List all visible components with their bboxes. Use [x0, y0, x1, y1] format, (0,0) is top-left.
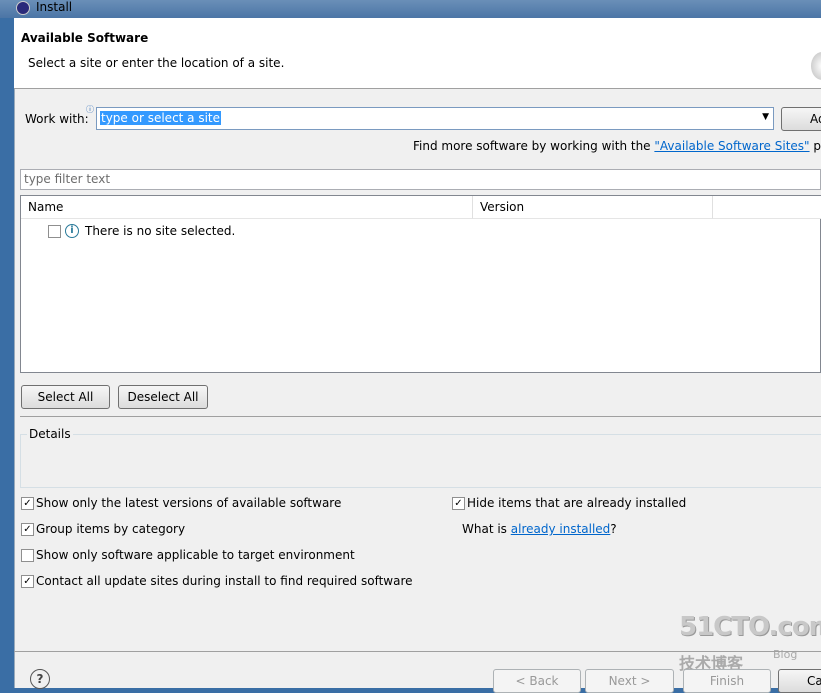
select-all-button[interactable]: Select All	[21, 385, 110, 409]
target-environment-checkbox[interactable]	[21, 549, 34, 562]
target-environment-label: Show only software applicable to target …	[36, 548, 355, 562]
page-subtitle: Select a site or enter the location of a…	[28, 56, 285, 70]
window-title: Install	[36, 0, 73, 14]
group-by-category-label: Group items by category	[36, 522, 186, 536]
work-with-value: type or select a site	[100, 111, 222, 125]
help-icon[interactable]: ?	[30, 669, 50, 689]
add-button[interactable]: Ad	[781, 107, 821, 131]
watermark-logo: 51CTO.com	[679, 612, 821, 642]
column-name[interactable]: Name	[21, 196, 473, 219]
find-more-suffix: pre	[813, 139, 821, 153]
column-version[interactable]: Version	[473, 196, 713, 219]
latest-versions-label: Show only the latest versions of availab…	[36, 496, 342, 510]
cancel-button[interactable]: Ca	[778, 669, 821, 693]
find-more-prefix: Find more software by working with the	[413, 139, 655, 153]
row-checkbox[interactable]	[48, 225, 61, 238]
info-icon: ⓘ	[86, 105, 94, 114]
divider	[20, 416, 821, 417]
watermark-blog: Blog	[773, 648, 798, 661]
already-prefix: What is	[462, 522, 511, 536]
install-cd-icon	[811, 52, 821, 80]
already-installed-text: What is already installed?	[462, 522, 617, 536]
filter-input[interactable]: type filter text	[20, 169, 821, 190]
hide-installed-label: Hide items that are already installed	[467, 496, 687, 510]
title-bar	[0, 0, 821, 18]
finish-button[interactable]: Finish	[683, 669, 771, 693]
latest-versions-checkbox[interactable]: ✓	[21, 497, 34, 510]
wizard-header: Available Software Select a site or ente…	[14, 18, 821, 89]
find-more-text: Find more software by working with the "…	[413, 139, 821, 153]
details-group	[20, 434, 821, 488]
already-installed-link[interactable]: already installed	[511, 522, 611, 536]
deselect-all-button[interactable]: Deselect All	[118, 385, 208, 409]
available-software-sites-link[interactable]: "Available Software Sites"	[654, 139, 809, 153]
no-site-message: There is no site selected.	[85, 224, 236, 238]
chevron-down-icon[interactable]: ▼	[762, 112, 769, 122]
details-label: Details	[27, 427, 73, 441]
info-icon: i	[65, 224, 79, 238]
next-button[interactable]: Next >	[585, 669, 674, 693]
contact-sites-checkbox[interactable]: ✓	[21, 575, 34, 588]
eclipse-icon	[16, 1, 30, 15]
back-button[interactable]: < Back	[493, 669, 581, 693]
column-extra[interactable]	[713, 196, 821, 219]
footer-divider	[14, 651, 821, 652]
work-with-label: Work with:	[25, 112, 89, 126]
hide-installed-checkbox[interactable]: ✓	[452, 497, 465, 510]
already-suffix: ?	[610, 522, 617, 536]
contact-sites-label: Contact all update sites during install …	[36, 574, 413, 588]
software-table[interactable]: Name Version i There is no site selected…	[20, 195, 821, 373]
page-title: Available Software	[21, 31, 149, 45]
group-by-category-checkbox[interactable]: ✓	[21, 523, 34, 536]
work-with-combo[interactable]: type or select a site ▼	[96, 107, 774, 130]
